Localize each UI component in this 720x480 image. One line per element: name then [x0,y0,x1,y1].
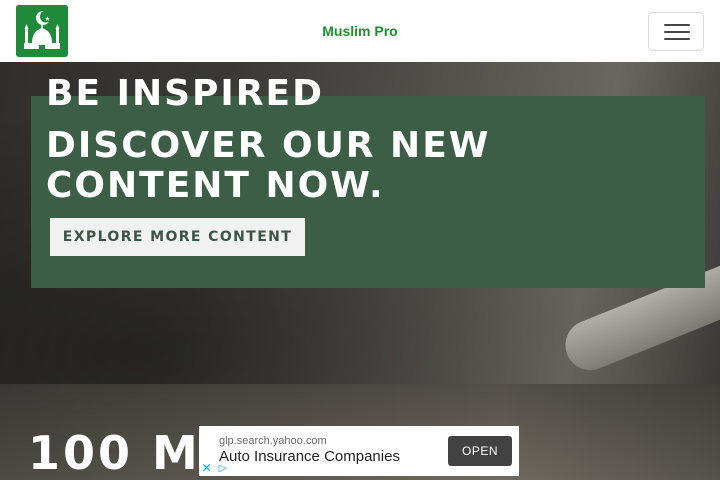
explore-more-content-button[interactable]: EXPLORE MORE CONTENT [50,218,305,256]
hamburger-icon [664,24,690,26]
ad-domain: glp.search.yahoo.com [219,435,327,447]
menu-toggle-button[interactable] [648,12,704,51]
navbar: Muslim Pro [0,0,720,62]
ad-banner[interactable]: glp.search.yahoo.com Auto Insurance Comp… [199,426,519,476]
hero-headline-inspired: BE INSPIRED [46,73,324,114]
close-icon[interactable]: ✕ [199,461,214,476]
hero-section: BE INSPIRED DISCOVER OUR NEW CONTENT NOW… [0,62,720,384]
brand-title[interactable]: Muslim Pro [0,23,720,39]
ad-choices-icon[interactable]: ▷ [215,461,230,476]
hamburger-icon-bar [664,38,690,40]
ad-open-button[interactable]: OPEN [448,436,512,466]
ad-title[interactable]: Auto Insurance Companies [219,448,400,465]
stats-heading: 100 MI [28,426,221,480]
hamburger-icon-bar [664,31,690,33]
hero-headline-discover: DISCOVER OUR NEW CONTENT NOW. [46,125,491,206]
